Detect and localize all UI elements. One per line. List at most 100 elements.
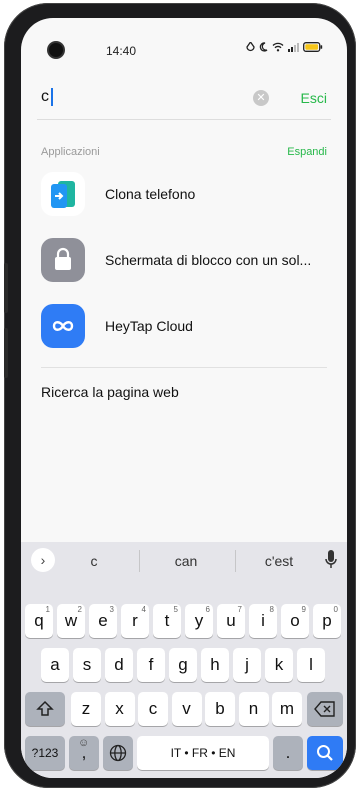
- key-h[interactable]: h: [201, 648, 229, 682]
- key-p[interactable]: p0: [313, 604, 341, 638]
- key-c[interactable]: c: [138, 692, 168, 726]
- microphone-icon[interactable]: [325, 550, 337, 570]
- signal-icon: [288, 43, 299, 52]
- front-camera: [49, 43, 63, 57]
- key-u[interactable]: u7: [217, 604, 245, 638]
- language-key[interactable]: [103, 736, 133, 770]
- key-number-hint: 2: [77, 605, 82, 614]
- key-k[interactable]: k: [265, 648, 293, 682]
- app-label: HeyTap Cloud: [105, 318, 193, 334]
- shift-key[interactable]: [25, 692, 65, 726]
- search-bar[interactable]: c ✕ Esci: [37, 78, 331, 106]
- key-number-hint: 4: [141, 605, 146, 614]
- suggestion-bar: › c can c'est: [21, 542, 347, 580]
- key-l[interactable]: l: [297, 648, 325, 682]
- suggestion-2[interactable]: can: [156, 553, 216, 569]
- key-number-hint: 9: [301, 605, 306, 614]
- volume-button: [4, 263, 8, 313]
- key-label: s: [82, 655, 92, 674]
- battery-icon: [303, 42, 323, 52]
- key-label: x: [115, 699, 124, 718]
- status-icons: [246, 42, 323, 52]
- key-label: a: [50, 655, 60, 674]
- shift-icon: [36, 700, 54, 716]
- key-label: b: [215, 699, 225, 718]
- status-bar: 14:40: [21, 18, 347, 58]
- key-label: d: [114, 655, 124, 674]
- alarm-icon: [246, 42, 255, 52]
- key-label: f: [148, 655, 154, 674]
- key-q[interactable]: q1: [25, 604, 53, 638]
- key-label: o: [290, 611, 300, 630]
- key-m[interactable]: m: [272, 692, 302, 726]
- key-g[interactable]: g: [169, 648, 197, 682]
- key-label: k: [274, 655, 284, 674]
- period-key[interactable]: .: [273, 736, 303, 770]
- key-j[interactable]: j: [233, 648, 261, 682]
- keyboard: › c can c'est q1w2e3r4t5y6u7i8o9p0 asdfg…: [21, 542, 347, 778]
- status-time: 14:40: [106, 44, 137, 58]
- key-f[interactable]: f: [137, 648, 165, 682]
- key-v[interactable]: v: [171, 692, 202, 726]
- text-cursor: [51, 88, 53, 106]
- screen: 14:40 c ✕ Esci Applicazioni Espandi Clon…: [21, 18, 347, 778]
- chevron-right-icon[interactable]: ›: [31, 548, 55, 572]
- key-number-hint: 1: [45, 605, 50, 614]
- key-number-hint: 6: [205, 605, 210, 614]
- key-label: g: [178, 655, 188, 674]
- key-d[interactable]: d: [105, 648, 133, 682]
- key-number-hint: 7: [237, 605, 242, 614]
- emoji-icon: ☺: [78, 737, 90, 749]
- apps-section-header: Applicazioni Espandi: [41, 146, 327, 162]
- key-t[interactable]: t5: [153, 604, 181, 638]
- search-key[interactable]: [307, 736, 343, 770]
- web-search-item[interactable]: Ricerca la pagina web: [41, 384, 179, 400]
- key-label: q: [34, 611, 44, 630]
- key-r[interactable]: r4: [121, 604, 149, 638]
- key-label: j: [245, 655, 249, 674]
- key-label: v: [182, 699, 191, 718]
- key-label: l: [309, 655, 313, 674]
- key-number-hint: 8: [269, 605, 274, 614]
- key-a[interactable]: a: [41, 648, 69, 682]
- cloud-infinity-icon: [41, 304, 85, 348]
- key-label: e: [98, 611, 108, 630]
- search-icon: [317, 745, 333, 761]
- key-b[interactable]: b: [205, 692, 235, 726]
- space-key[interactable]: IT • FR • EN: [137, 736, 269, 770]
- search-input[interactable]: c: [41, 88, 49, 106]
- key-s[interactable]: s: [73, 648, 101, 682]
- key-x[interactable]: x: [104, 692, 135, 726]
- clear-icon[interactable]: ✕: [253, 90, 269, 106]
- backspace-key[interactable]: [307, 692, 343, 726]
- key-w[interactable]: w2: [57, 604, 85, 638]
- power-button: [4, 328, 8, 378]
- key-label: y: [194, 611, 204, 630]
- numbers-key[interactable]: ?123: [25, 736, 65, 770]
- key-number-hint: 5: [173, 605, 178, 614]
- clone-phone-icon: [41, 172, 85, 216]
- key-o[interactable]: o9: [281, 604, 309, 638]
- expand-button[interactable]: Espandi: [287, 146, 327, 158]
- backspace-icon: [314, 701, 335, 717]
- key-i[interactable]: i8: [249, 604, 277, 638]
- key-label: t: [164, 611, 170, 630]
- key-label: h: [210, 655, 220, 674]
- suggestion-3[interactable]: c'est: [249, 553, 309, 569]
- comma-key[interactable]: ☺ ,: [69, 736, 99, 770]
- key-label: z: [81, 699, 91, 718]
- key-z[interactable]: z: [71, 692, 101, 726]
- key-label: n: [248, 699, 259, 718]
- suggestion-1[interactable]: c: [79, 553, 109, 569]
- suggestion-divider: [139, 550, 140, 572]
- lock-bag-icon: [41, 238, 85, 282]
- app-item-lock-screen[interactable]: Schermata di blocco con un sol...: [41, 238, 327, 282]
- app-item-clone-phone[interactable]: Clona telefono: [41, 172, 327, 216]
- key-n[interactable]: n: [238, 692, 269, 726]
- globe-icon: [109, 744, 127, 762]
- key-y[interactable]: y6: [185, 604, 213, 638]
- key-e[interactable]: e3: [89, 604, 117, 638]
- app-item-heytap-cloud[interactable]: HeyTap Cloud: [41, 304, 327, 348]
- cancel-button[interactable]: Esci: [301, 90, 327, 106]
- app-label: Clona telefono: [105, 186, 196, 202]
